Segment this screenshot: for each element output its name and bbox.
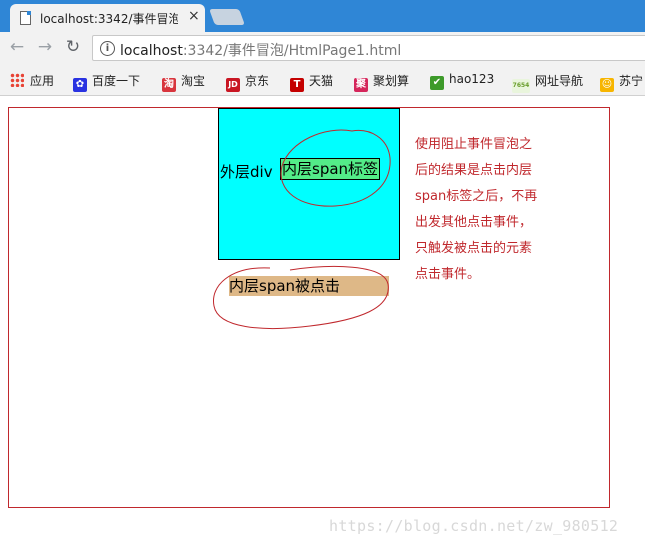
suning-icon: ☺: [600, 78, 614, 92]
new-tab-button[interactable]: [209, 9, 245, 25]
inner-span[interactable]: 内层span标签: [280, 158, 381, 180]
baidu-paw-icon: ✿: [73, 78, 87, 92]
tab-title: localhost:3342/事件冒泡: [40, 12, 178, 26]
bookmark-juhuasuan[interactable]: 聚聚划算: [354, 72, 410, 92]
bookmark-label: 天猫: [309, 74, 334, 88]
browser-toolbar: ← → ↻ i localhost:3342/事件冒泡/HtmlPage1.ht…: [0, 32, 645, 64]
bookmark-label: 网址导航: [535, 74, 584, 88]
forward-arrow-icon[interactable]: →: [34, 36, 56, 58]
close-icon[interactable]: ×: [188, 8, 200, 24]
hao123-icon: ✔: [430, 76, 444, 90]
juhuasuan-icon: 聚: [354, 78, 368, 92]
page-icon: [20, 11, 31, 25]
bookmark-label: 聚划算: [373, 74, 410, 88]
page-viewport: 外层div 内层span标签 内层span被点击 使用阻止事件冒泡之 后的结果是…: [0, 96, 645, 547]
jd-icon: JD: [226, 78, 240, 92]
bookmark-label: 京东: [245, 74, 270, 88]
browser-tab[interactable]: localhost:3342/事件冒泡 ×: [10, 4, 205, 32]
taobao-icon: 淘: [162, 78, 176, 92]
bookmark-tmall[interactable]: T 天猫: [290, 72, 334, 92]
bookmark-label: 苏宁: [619, 74, 644, 88]
bookmark-jd[interactable]: JD 京东: [226, 72, 270, 92]
apps-grid-icon: [10, 73, 24, 87]
url-host: localhost: [120, 43, 183, 59]
bookmark-label: 应用: [30, 74, 55, 88]
back-arrow-icon[interactable]: ←: [6, 36, 28, 58]
tmall-icon: T: [290, 78, 304, 92]
watermark: https://blog.csdn.net/zw_980512: [329, 517, 619, 535]
bookmark-7654[interactable]: 7654 网址导航: [512, 72, 584, 93]
annotation-note: 使用阻止事件冒泡之 后的结果是点击内层 span标签之后，不再 出发其他点击事件…: [415, 137, 538, 282]
address-bar[interactable]: i localhost:3342/事件冒泡/HtmlPage1.html: [92, 35, 645, 61]
7654-icon: 7654: [512, 79, 530, 93]
bookmark-apps[interactable]: 应用: [10, 72, 54, 88]
outer-div-label: 外层div: [220, 163, 273, 181]
browser-titlebar: localhost:3342/事件冒泡 ×: [0, 0, 645, 32]
bookmark-suning[interactable]: ☺ 苏宁: [600, 72, 644, 92]
url-path: :3342/事件冒泡/HtmlPage1.html: [182, 43, 402, 59]
url-text: localhost:3342/事件冒泡/HtmlPage1.html: [120, 40, 401, 60]
info-icon[interactable]: i: [100, 41, 115, 56]
bookmarks-bar: 应用 ✿ 百度一下 淘淘宝 JD 京东 T 天猫 聚聚划算 ✔ hao123 7654 网…: [0, 64, 645, 96]
outer-div-box[interactable]: 外层div 内层span标签: [218, 108, 400, 260]
bookmark-hao123[interactable]: ✔ hao123: [430, 72, 495, 90]
bookmark-taobao[interactable]: 淘淘宝: [162, 72, 206, 92]
reload-icon[interactable]: ↻: [62, 36, 84, 58]
click-result-span: 内层span被点击: [229, 276, 389, 296]
bookmark-label: 淘宝: [181, 74, 206, 88]
bookmark-label: 百度一下: [92, 74, 141, 88]
bookmark-label: hao123: [449, 72, 495, 86]
bookmark-baidu[interactable]: ✿ 百度一下: [73, 72, 141, 92]
